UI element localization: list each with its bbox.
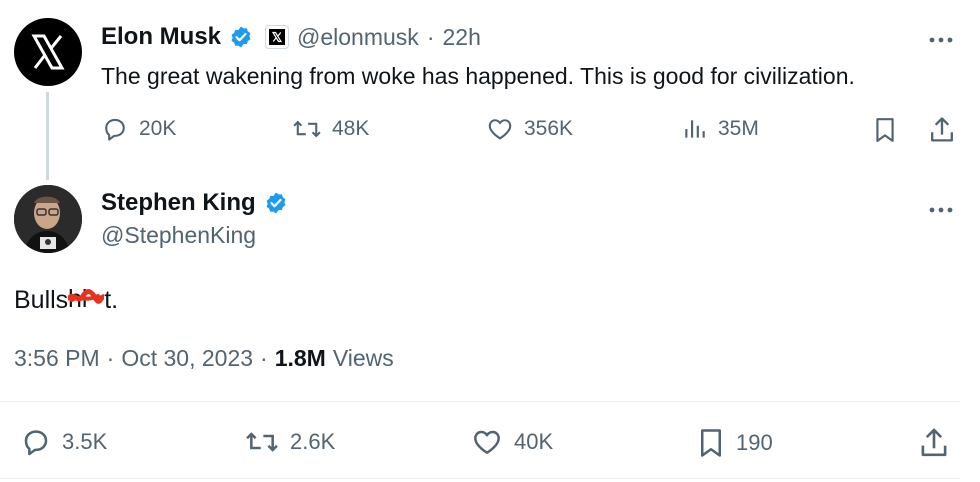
more-options-button[interactable]	[928, 24, 954, 50]
reply-icon	[105, 118, 125, 141]
repost-icon	[293, 120, 321, 138]
share-button[interactable]	[918, 426, 950, 465]
reply-count: 20K	[139, 117, 177, 140]
main-tweet-text: Bulls hi t.	[14, 282, 118, 315]
bookmark-icon	[701, 429, 721, 457]
stephen-king-avatar[interactable]	[14, 185, 82, 253]
like-count: 356K	[524, 117, 574, 140]
views-chart-icon	[685, 120, 705, 138]
parent-tweet-text: The great wakening from woke has happene…	[101, 63, 855, 89]
author-name[interactable]: Stephen King	[101, 189, 256, 217]
parent-header: Elon Musk @elonmusk · 22h	[101, 20, 481, 54]
like-button[interactable]: 356K	[486, 115, 573, 143]
views-label: Views	[332, 345, 394, 371]
share-button[interactable]	[928, 115, 956, 150]
author-name[interactable]: Elon Musk	[101, 23, 221, 51]
reply-button[interactable]: 20K	[101, 115, 176, 143]
x-affiliate-badge-icon	[265, 25, 290, 49]
bookmark-count: 190	[736, 430, 773, 455]
separator-dot: ·	[106, 345, 115, 371]
bookmark-button[interactable]: 190	[696, 426, 773, 460]
views-total: 1.8M	[274, 345, 326, 371]
text-suffix: t.	[104, 286, 119, 314]
heart-icon	[488, 119, 512, 140]
reply-button[interactable]: 3.5K	[20, 426, 107, 458]
views-button[interactable]: 35M	[682, 115, 759, 143]
share-icon	[921, 428, 947, 457]
separator-dot: ·	[426, 23, 435, 50]
reply-count: 3.5K	[62, 429, 108, 454]
text-prefix: Bulls	[14, 286, 69, 314]
author-handle[interactable]: @StephenKing	[101, 222, 256, 249]
tweet-meta: 3:56 PM · Oct 30, 2023 · 1.8M Views	[14, 345, 394, 372]
tweet-date[interactable]: Oct 30, 2023	[121, 345, 253, 372]
author-handle[interactable]: @elonmusk	[297, 24, 419, 51]
divider-bottom	[0, 478, 960, 479]
repost-count: 48K	[332, 117, 370, 140]
separator-dot: ·	[260, 345, 268, 371]
main-header: Stephen King	[101, 187, 288, 219]
repost-icon	[246, 432, 278, 452]
like-button[interactable]: 40K	[470, 426, 553, 458]
reply-icon	[24, 430, 48, 456]
verified-badge-icon	[231, 26, 251, 48]
like-count: 40K	[514, 429, 554, 454]
repost-button[interactable]: 48K	[292, 115, 369, 143]
elon-avatar[interactable]	[14, 18, 82, 86]
verified-badge-icon	[266, 192, 286, 214]
more-options-button[interactable]	[928, 194, 954, 220]
views-count: 35M	[718, 117, 759, 140]
time-ago[interactable]: 22h	[442, 24, 480, 51]
x-logo-icon	[31, 34, 65, 70]
divider-top	[0, 401, 960, 402]
tweet-time[interactable]: 3:56 PM	[14, 345, 100, 372]
redacted-word-scribble: hi	[68, 286, 105, 312]
profile-photo-icon	[14, 185, 82, 253]
more-dots-icon	[929, 37, 953, 43]
bookmark-icon	[876, 118, 894, 142]
repost-button[interactable]: 2.6K	[244, 426, 335, 458]
bookmark-button[interactable]	[872, 115, 898, 150]
thread-line	[46, 92, 49, 180]
more-dots-icon	[929, 207, 953, 213]
share-icon	[931, 117, 953, 142]
heart-icon	[474, 430, 500, 454]
repost-count: 2.6K	[290, 429, 336, 454]
